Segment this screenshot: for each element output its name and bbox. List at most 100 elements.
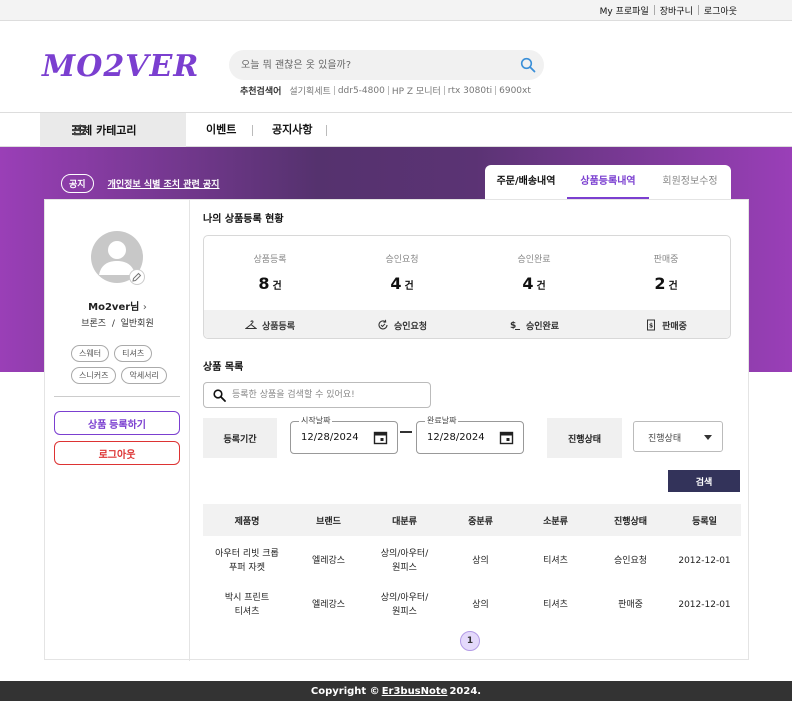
- stat-approval-requested: 승인요청 4건: [336, 236, 468, 310]
- filter-registered[interactable]: 상품등록: [204, 310, 336, 338]
- logout-link[interactable]: 로그아웃: [699, 4, 742, 17]
- pencil-icon: [132, 272, 142, 282]
- notice-link[interactable]: 개인정보 식별 조치 관련 공지: [108, 177, 220, 190]
- divider: [326, 125, 327, 136]
- stat-label: 승인완료: [517, 255, 551, 265]
- copyright-prefix: Copyright ©: [310, 685, 380, 697]
- username[interactable]: Mo2ver님 ›: [45, 298, 190, 313]
- tab-member-info[interactable]: 회원정보수정: [649, 165, 731, 199]
- keyword-link[interactable]: ddr5-4800: [335, 86, 388, 96]
- column-header[interactable]: 제품명: [203, 504, 291, 536]
- main-nav: 전체 카테고리 이벤트 공지사항: [0, 113, 792, 147]
- nav-item-notice[interactable]: 공지사항: [272, 113, 312, 147]
- nav-item-event[interactable]: 이벤트: [206, 113, 236, 147]
- username-text: Mo2ver님: [88, 302, 140, 313]
- status-footer: 상품등록 승인요청 $ 승인완료 $ 판매중: [204, 310, 730, 338]
- column-header[interactable]: 소분류: [518, 504, 593, 536]
- column-header[interactable]: 등록일: [668, 504, 741, 536]
- logout-button[interactable]: 로그아웃: [54, 441, 180, 465]
- stat-on-sale: 판매중 2건: [600, 236, 730, 310]
- grade-text: 브론즈: [81, 319, 107, 329]
- search-button[interactable]: 검색: [668, 470, 740, 492]
- cell-product-name: 박시 프린트 티셔츠: [224, 593, 270, 617]
- filter-label: 승인완료: [525, 321, 560, 332]
- search-icon[interactable]: [520, 57, 536, 73]
- table-row[interactable]: 아우터 리빗 크롭 푸퍼 자켓 엘레강스 상의/아우터/원피스 상의 티셔츠 승…: [203, 536, 741, 586]
- product-search-input[interactable]: [232, 383, 427, 407]
- stat-value: 4건: [522, 274, 546, 293]
- tag[interactable]: 스니커즈: [71, 367, 117, 384]
- search-bar: [229, 50, 544, 80]
- divider: [252, 125, 253, 136]
- search-icon: [213, 389, 226, 402]
- tab-product-registration[interactable]: 상품등록내역: [567, 165, 649, 199]
- cell-status: 승인요청: [613, 556, 648, 566]
- end-date-value: 12/28/2024: [427, 432, 485, 443]
- cell-category-mid: 상의: [472, 556, 489, 566]
- member-grade: 브론즈 / 일반회원: [45, 316, 190, 329]
- tag[interactable]: 티셔츠: [114, 345, 153, 362]
- edit-avatar-button[interactable]: [129, 269, 145, 285]
- cell-brand: 엘레강스: [311, 556, 346, 566]
- cart-link[interactable]: 장바구니: [655, 4, 698, 17]
- stat-value: 4건: [390, 274, 414, 293]
- mypage-card: Mo2ver님 › 브론즈 / 일반회원 스웨터 티셔츠 스니커즈 악세서리 상…: [44, 199, 749, 661]
- recommended-title: 추천검색어: [240, 87, 282, 97]
- notice-badge: 공지: [61, 174, 94, 193]
- product-search: [203, 382, 431, 408]
- interest-tags: 스웨터 티셔츠 스니커즈 악세서리: [71, 345, 171, 384]
- status-select[interactable]: 진행상태: [633, 421, 723, 452]
- column-header[interactable]: 중분류: [443, 504, 518, 536]
- tab-orders[interactable]: 주문/배송내역: [485, 165, 567, 199]
- page-button-current[interactable]: 1: [460, 631, 480, 651]
- notice-bar: 공지 개인정보 식별 조치 관련 공지: [61, 174, 219, 193]
- calendar-icon[interactable]: [499, 430, 514, 445]
- hanger-icon: [244, 320, 257, 329]
- utility-bar: My 프로파일 장바구니 로그아웃: [0, 0, 792, 21]
- table-header-row: 제품명 브랜드 대분류 중분류 소분류 진행상태 등록일: [203, 504, 741, 536]
- cell-status: 판매중: [618, 600, 643, 610]
- stat-approved: 승인완료 4건: [468, 236, 600, 310]
- cell-category-sub: 티셔츠: [543, 600, 568, 610]
- keyword-link[interactable]: HP Z 모니터: [389, 84, 444, 97]
- register-product-button[interactable]: 상품 등록하기: [54, 411, 180, 435]
- column-header[interactable]: 브랜드: [291, 504, 366, 536]
- cell-date: 2012-12-01: [678, 556, 731, 566]
- cell-category-main: 상의/아우터/원피스: [380, 593, 429, 617]
- column-header[interactable]: 대분류: [366, 504, 443, 536]
- member-type-text: 일반회원: [120, 319, 154, 329]
- column-header[interactable]: 진행상태: [593, 504, 668, 536]
- menu-icon: [72, 125, 86, 135]
- list-title: 상품 목록: [203, 362, 244, 373]
- product-table: 제품명 브랜드 대분류 중분류 소분류 진행상태 등록일 아우터 리빗 크롭 푸…: [203, 504, 741, 624]
- logo[interactable]: MO2VER: [42, 49, 199, 84]
- stat-value: 2건: [654, 274, 678, 293]
- filter-approved[interactable]: $ 승인완료: [468, 310, 600, 338]
- table-row[interactable]: 박시 프린트 티셔츠 엘레강스 상의/아우터/원피스 상의 티셔츠 판매중 20…: [203, 586, 741, 624]
- calendar-icon[interactable]: [373, 430, 388, 445]
- tag[interactable]: 스웨터: [71, 345, 110, 362]
- grade-separator: /: [108, 319, 118, 329]
- start-date-label: 시작날짜: [299, 415, 333, 426]
- profile-sidebar: Mo2ver님 › 브론즈 / 일반회원 스웨터 티셔츠 스니커즈 악세서리 상…: [45, 200, 190, 661]
- date-range-dash: [400, 431, 412, 433]
- end-date-field[interactable]: 완료날짜 12/28/2024: [416, 415, 524, 454]
- filter-on-sale[interactable]: $ 판매중: [600, 310, 730, 338]
- chevron-right-icon: ›: [142, 302, 147, 313]
- start-date-value: 12/28/2024: [301, 432, 359, 443]
- cell-product-name: 아우터 리빗 크롭 푸퍼 자켓: [215, 549, 279, 573]
- keyword-link[interactable]: 설기획세트: [286, 84, 333, 97]
- keyword-link[interactable]: rtx 3080ti: [445, 86, 495, 96]
- filter-approval-requested[interactable]: 승인요청: [336, 310, 468, 338]
- my-profile-link[interactable]: My 프로파일: [595, 4, 654, 17]
- start-date-field[interactable]: 시작날짜 12/28/2024: [290, 415, 398, 454]
- stat-registered: 상품등록 8건: [204, 236, 336, 310]
- stat-label: 판매중: [653, 255, 679, 265]
- tag[interactable]: 악세서리: [121, 367, 167, 384]
- all-category-button[interactable]: 전체 카테고리: [40, 113, 186, 147]
- author-link[interactable]: Er3busNote: [382, 686, 448, 697]
- filter-label: 판매중: [662, 321, 687, 332]
- period-label: 등록기간: [203, 418, 277, 458]
- keyword-link[interactable]: 6900xt: [496, 86, 534, 96]
- search-input[interactable]: [241, 50, 511, 80]
